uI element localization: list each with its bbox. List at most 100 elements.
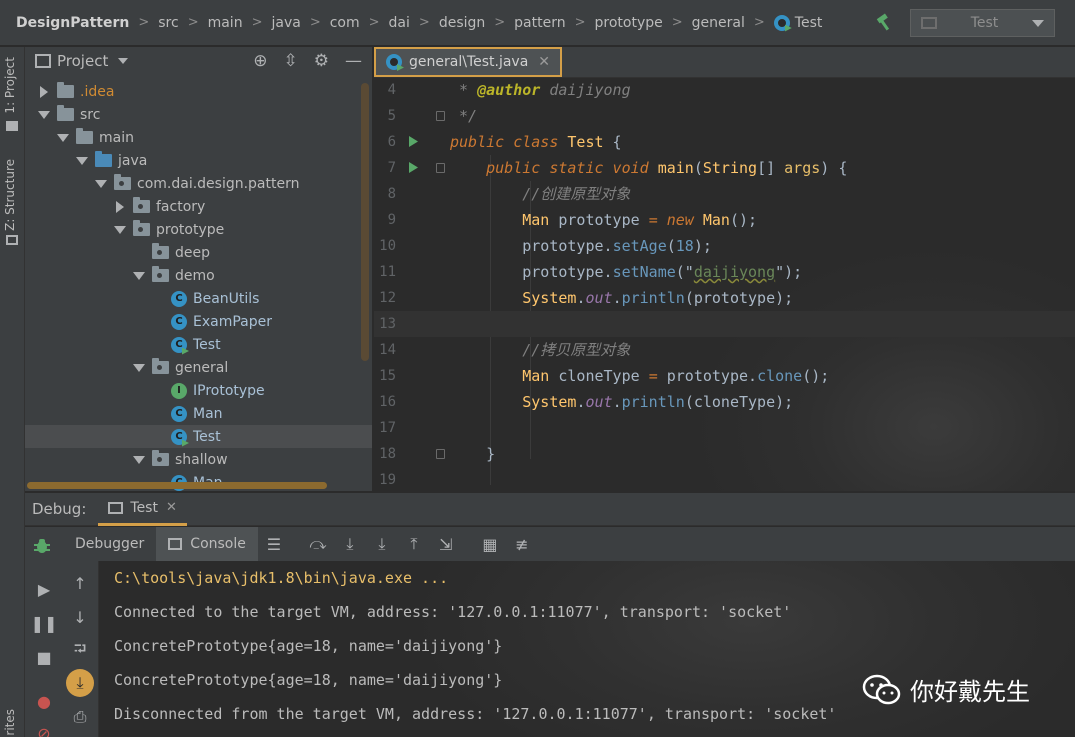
package-icon xyxy=(152,266,169,282)
vertical-scrollbar[interactable] xyxy=(361,83,369,361)
close-icon[interactable]: ✕ xyxy=(166,500,177,515)
code-token: String xyxy=(702,159,758,177)
run-configuration-select[interactable]: Test xyxy=(910,9,1055,37)
debug-actions-column: ▶ ❚❚ ■ ● ⊘ xyxy=(25,561,63,737)
tree-item[interactable]: main xyxy=(25,126,372,149)
tree-item[interactable]: .idea xyxy=(25,80,372,103)
show-execution-point-icon[interactable]: ⤼ xyxy=(302,527,334,561)
project-tool-tab[interactable]: 1: Project xyxy=(3,57,17,114)
tree-item[interactable]: Man xyxy=(25,402,372,425)
chevron-down-icon[interactable] xyxy=(37,108,51,122)
resume-icon[interactable]: ▶ xyxy=(30,575,58,603)
tree-item[interactable]: factory xyxy=(25,195,372,218)
code-token: @author xyxy=(477,81,541,99)
debug-session-tab[interactable]: Test ✕ xyxy=(98,492,187,526)
editor-tab-bar: general\Test.java ✕ xyxy=(374,47,1075,78)
source-folder-icon xyxy=(95,151,112,167)
tab-debugger[interactable]: Debugger xyxy=(63,527,156,561)
project-panel-title[interactable]: Project xyxy=(57,52,108,70)
evaluate-expression-icon[interactable]: ▦ xyxy=(474,527,506,561)
structure-tool-tab[interactable]: Z: Structure xyxy=(3,159,17,231)
tree-item[interactable]: com.dai.design.pattern xyxy=(25,172,372,195)
tree-item[interactable]: Test xyxy=(25,333,372,356)
console-output[interactable]: C:\tools\java\jdk1.8\bin\java.exe ... Con… xyxy=(100,561,1075,737)
chevron-down-icon[interactable] xyxy=(118,58,129,64)
breadcrumb-separator-icon: > xyxy=(368,15,380,30)
tree-item[interactable]: src xyxy=(25,103,372,126)
chevron-right-icon[interactable] xyxy=(113,200,127,214)
breadcrumb-item[interactable]: main xyxy=(208,15,243,31)
tab-console[interactable]: Console xyxy=(156,527,258,561)
chevron-right-icon[interactable] xyxy=(37,85,51,99)
line-number: 13 xyxy=(379,316,396,332)
code-token: prototype. xyxy=(657,367,758,385)
build-hammer-icon[interactable] xyxy=(872,11,896,35)
view-breakpoints-icon[interactable]: ● xyxy=(30,687,58,715)
scroll-to-end-icon[interactable]: ⤓ xyxy=(66,669,94,697)
tree-item[interactable]: java xyxy=(25,149,372,172)
fold-icon[interactable] xyxy=(436,111,445,121)
breadcrumb-separator-icon: > xyxy=(187,15,199,30)
breadcrumb-item[interactable]: dai xyxy=(389,15,410,31)
gear-icon[interactable]: ⚙ xyxy=(314,51,329,71)
breadcrumb-item[interactable]: com xyxy=(330,15,360,31)
menu-icon[interactable]: ☰ xyxy=(258,527,290,561)
breadcrumb-item[interactable]: DesignPattern xyxy=(16,15,129,31)
tree-item[interactable]: general xyxy=(25,356,372,379)
breadcrumb-item[interactable]: java xyxy=(271,15,300,31)
run-to-cursor-icon[interactable]: ⇲ xyxy=(430,527,462,561)
tree-item[interactable]: BeanUtils xyxy=(25,287,372,310)
step-into-icon[interactable]: ⤓ xyxy=(366,527,398,561)
chevron-down-icon[interactable] xyxy=(94,177,108,191)
close-icon[interactable]: ✕ xyxy=(538,54,550,70)
breadcrumb-item[interactable]: src xyxy=(158,15,178,31)
locate-target-icon[interactable]: ⊕ xyxy=(253,51,267,71)
breadcrumb-item[interactable]: general xyxy=(692,15,745,31)
breadcrumb-item[interactable]: design xyxy=(439,15,485,31)
down-arrow-icon[interactable]: ↓ xyxy=(66,603,94,631)
breadcrumb-item[interactable]: Test xyxy=(773,14,822,32)
trace-current-stream-icon[interactable]: ≢ xyxy=(506,527,538,561)
horizontal-scrollbar[interactable] xyxy=(27,482,327,489)
step-over-icon[interactable]: ⤓ xyxy=(334,527,366,561)
tree-item[interactable]: demo xyxy=(25,264,372,287)
chevron-down-icon[interactable] xyxy=(132,453,146,467)
breadcrumb-separator-icon: > xyxy=(494,15,506,30)
code-text: } xyxy=(450,441,495,467)
chevron-down-icon[interactable] xyxy=(132,361,146,375)
step-out-icon[interactable]: ⤒ xyxy=(398,527,430,561)
tree-item[interactable]: deep xyxy=(25,241,372,264)
minimize-icon[interactable]: — xyxy=(345,51,362,71)
tree-item[interactable]: Test xyxy=(25,425,372,448)
breadcrumb-item[interactable]: pattern xyxy=(514,15,565,31)
pause-icon[interactable]: ❚❚ xyxy=(30,609,58,637)
up-arrow-icon[interactable]: ↑ xyxy=(66,569,94,597)
print-icon[interactable]: ⎙ xyxy=(66,703,94,731)
code-token: public class xyxy=(450,133,568,151)
chevron-down-icon[interactable] xyxy=(132,269,146,283)
stop-icon[interactable]: ■ xyxy=(30,643,58,671)
run-gutter-icon[interactable] xyxy=(409,162,418,173)
collapse-all-icon[interactable]: ⇳ xyxy=(284,51,298,71)
chevron-down-icon[interactable] xyxy=(75,154,89,168)
code-token: (); xyxy=(729,211,758,229)
soft-wrap-icon[interactable]: ⮒ xyxy=(66,637,94,665)
editor-tab-test-java[interactable]: general\Test.java ✕ xyxy=(374,47,563,77)
fold-icon[interactable] xyxy=(436,163,445,173)
code-line: 7 public static void main(String[] args)… xyxy=(374,155,1075,181)
fold-icon[interactable] xyxy=(436,449,445,459)
run-gutter-icon[interactable] xyxy=(409,136,418,147)
favorites-tool-tab[interactable]: rites xyxy=(3,709,17,736)
chevron-down-icon[interactable] xyxy=(56,131,70,145)
mute-breakpoints-icon[interactable]: ⊘ xyxy=(30,719,58,737)
tree-item[interactable]: IPrototype xyxy=(25,379,372,402)
chevron-down-icon[interactable] xyxy=(113,223,127,237)
tree-item[interactable]: shallow xyxy=(25,448,372,471)
tree-item[interactable]: ExamPaper xyxy=(25,310,372,333)
breadcrumb-item[interactable]: prototype xyxy=(595,15,663,31)
line-number: 11 xyxy=(379,264,396,280)
tree-item[interactable]: prototype xyxy=(25,218,372,241)
line-number: 18 xyxy=(379,446,396,462)
